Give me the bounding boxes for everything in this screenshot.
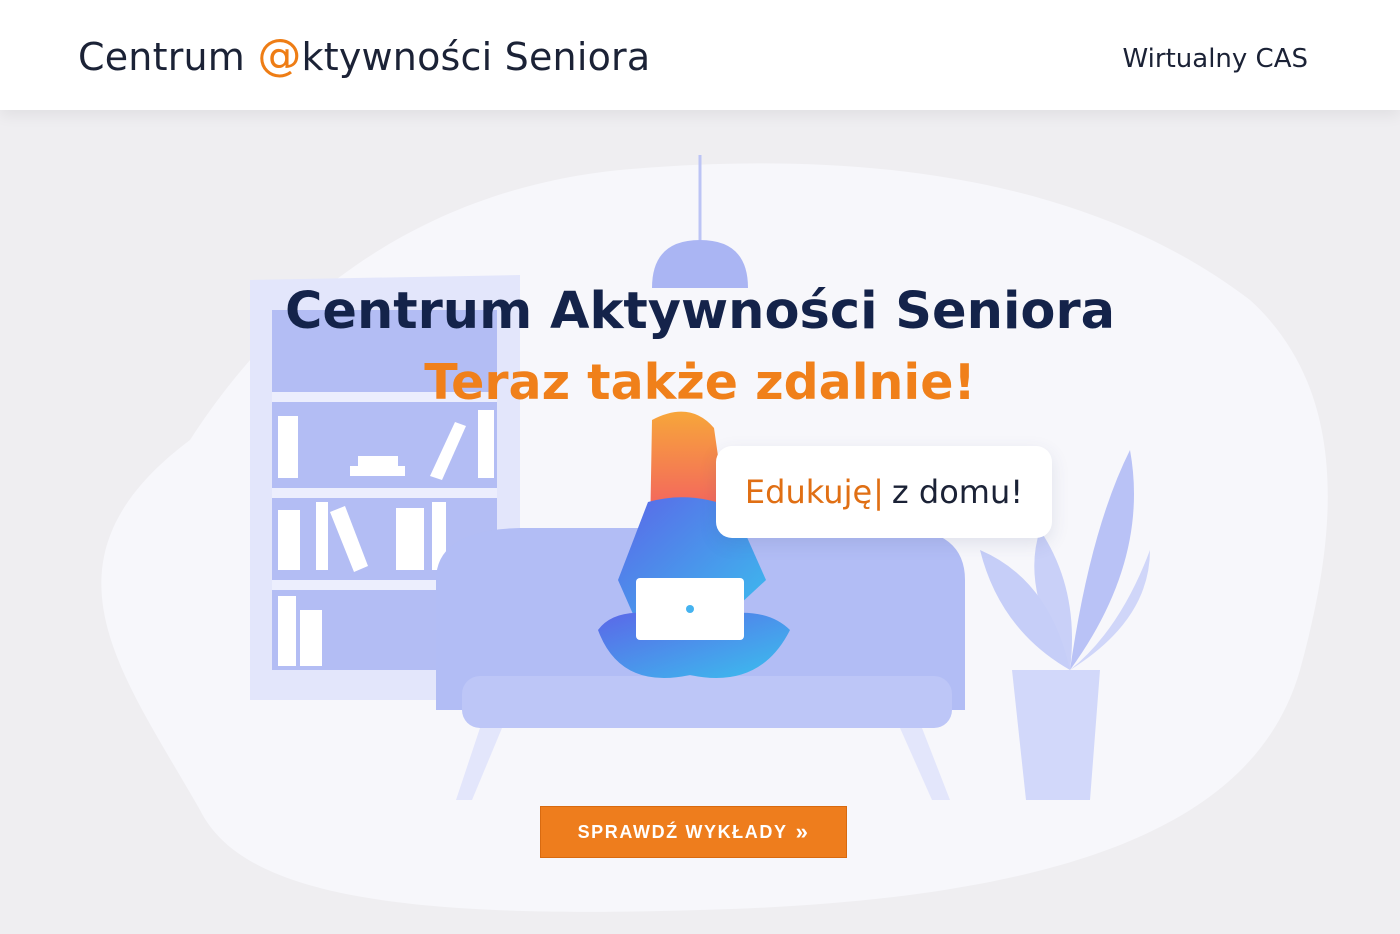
speech-bubble: Edukuję | z domu!	[716, 446, 1052, 538]
hero-subtitle: Teraz także zdalnie!	[424, 354, 976, 411]
brand-at-sign: @	[257, 30, 302, 81]
bubble-text: z domu!	[891, 473, 1024, 511]
brand-prefix: Centrum	[78, 35, 258, 79]
double-chevron-right-icon: »	[795, 819, 810, 844]
nav-link-wirtualny-cas[interactable]: Wirtualny CAS	[1123, 44, 1308, 74]
bubble-highlight-text: Edukuję	[744, 473, 873, 511]
hero-title: Centrum Aktywności Seniora	[284, 282, 1116, 341]
top-bar: Centrum @ktywności Seniora Wirtualny CAS	[0, 0, 1400, 110]
check-lectures-button[interactable]: SPRAWDŹ WYKŁADY »	[540, 806, 847, 858]
text-cursor: |	[873, 473, 884, 511]
site-logo[interactable]: Centrum @ktywności Seniora	[78, 30, 650, 81]
hero-section: Centrum Aktywności Seniora Teraz także z…	[0, 110, 1400, 934]
brand-suffix: ktywności Seniora	[301, 35, 651, 79]
cta-label: SPRAWDŹ WYKŁADY	[577, 821, 788, 842]
